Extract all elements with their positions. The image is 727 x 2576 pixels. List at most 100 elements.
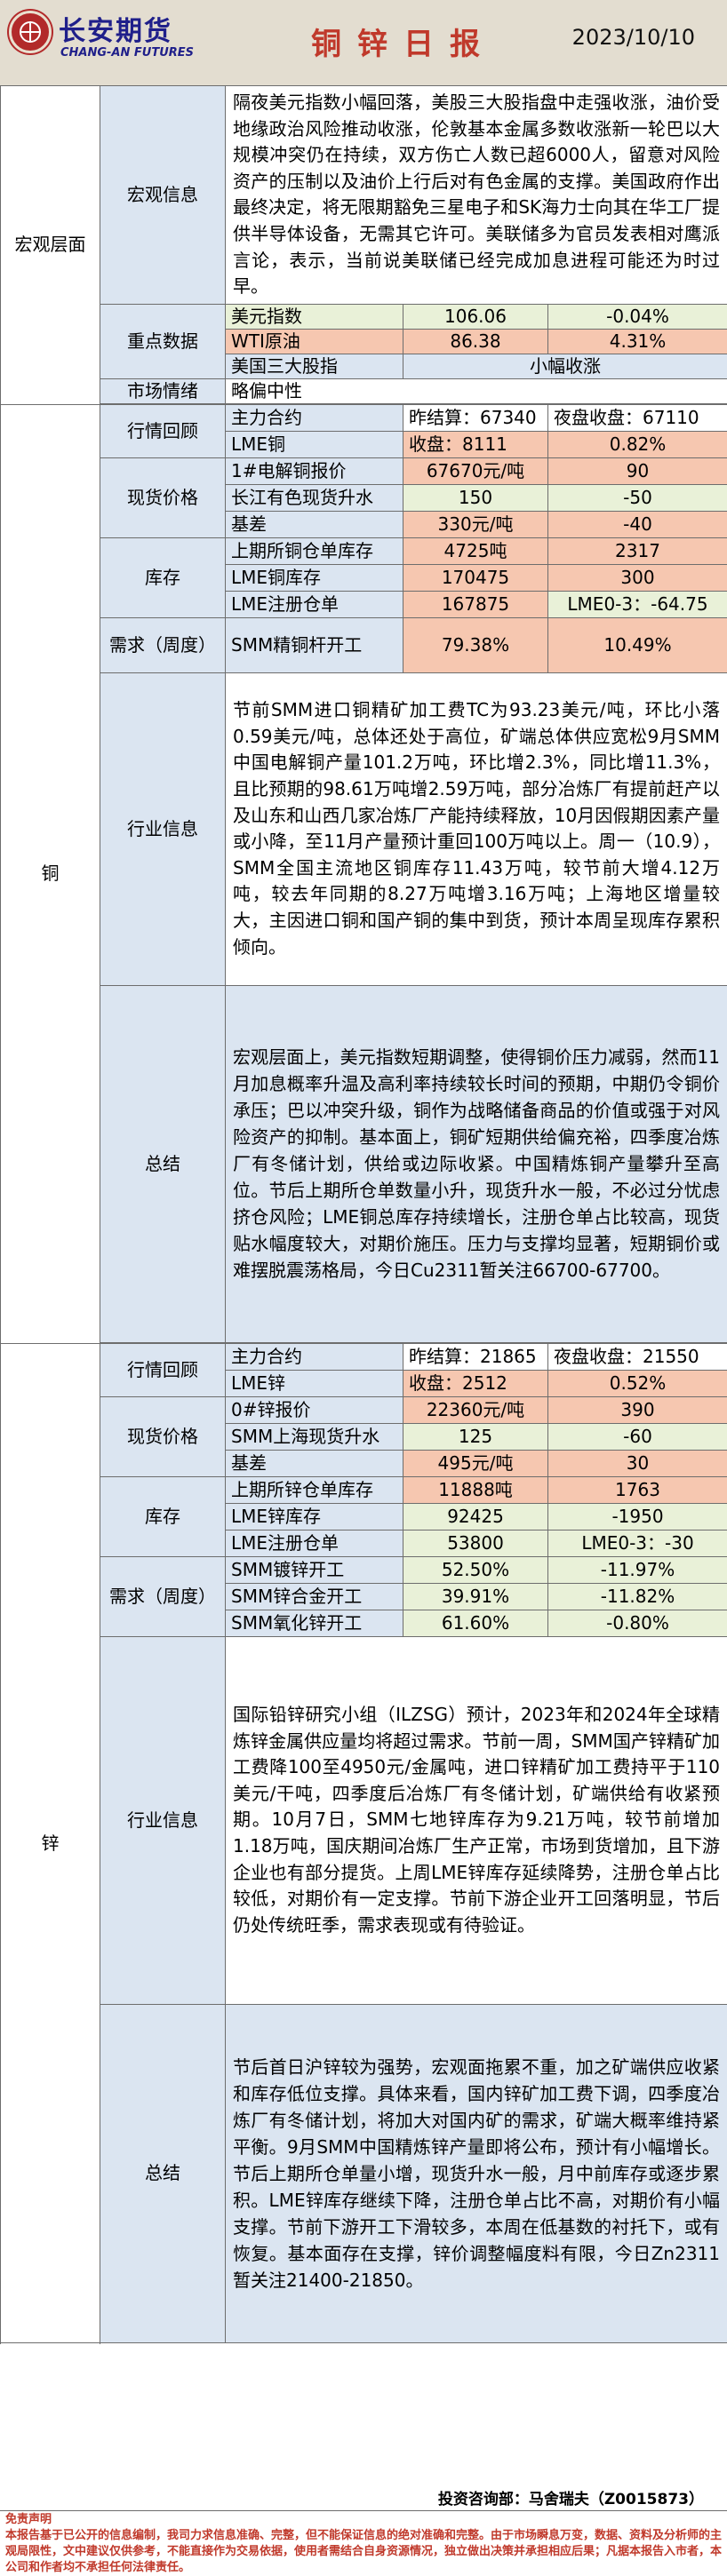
- zn-demand-value: 61.60%: [403, 1609, 548, 1637]
- key-data-name: 美元指数: [225, 303, 403, 330]
- disclaimer-text: 本报告基于已公开的信息编制，我司力求信息准确、完整，但不能保证信息的绝对准确和完…: [5, 2529, 723, 2574]
- brand-name-cn: 长安期货: [59, 16, 172, 47]
- cu-inventory-label: 库存: [100, 537, 226, 618]
- zn-night-close: 夜盘收盘：21550: [547, 1342, 727, 1371]
- cu-spot-name: 长江有色现货升水: [225, 483, 403, 512]
- cu-summary-text: 宏观层面上，美元指数短期调整，使得铜价压力减弱，然而11月加息概率升温及高利率持…: [224, 984, 727, 1343]
- cu-industry-text: 节前SMM进口铜精矿加工费TC为93.23美元/吨，环比小落0.59美元/吨，总…: [224, 672, 727, 986]
- report-title: 铜锌日报: [311, 27, 496, 62]
- cu-inv-value: 4725吨: [403, 537, 548, 565]
- cu-inv-value: 170475: [403, 563, 548, 592]
- cu-demand-value: 79.38%: [403, 616, 548, 673]
- cu-market-label: 行情回顾: [100, 403, 226, 458]
- zn-demand-name: SMM氧化锌开工: [225, 1609, 403, 1637]
- cu-inv-name: 上期所铜仓单库存: [225, 537, 403, 565]
- cu-inv-change: 300: [547, 563, 727, 592]
- cu-spot-name: 1#电解铜报价: [225, 457, 403, 485]
- cu-industry-label: 行业信息: [100, 672, 226, 986]
- cu-night-close: 夜盘收盘：67110: [547, 403, 727, 432]
- zn-spot-change: 390: [547, 1395, 727, 1424]
- zn-market-label: 行情回顾: [100, 1342, 226, 1397]
- cu-lme-name: LME铜: [225, 430, 403, 458]
- zn-inv-value: 11888吨: [403, 1475, 548, 1504]
- macro-info-label: 宏观信息: [100, 85, 226, 305]
- cu-lme-close: 收盘：8111: [403, 430, 548, 458]
- zn-spot-name: 0#锌报价: [225, 1395, 403, 1424]
- zn-inv-name: LME注册仓单: [225, 1529, 403, 1557]
- zn-demand-label: 需求（周度）: [100, 1555, 226, 1637]
- zn-spot-name: SMM上海现货升水: [225, 1422, 403, 1451]
- zn-spot-value: 495元/吨: [403, 1449, 548, 1477]
- cu-spot-value: 330元/吨: [403, 510, 548, 538]
- section-copper: 铜: [0, 403, 100, 1344]
- zn-demand-value: 52.50%: [403, 1555, 548, 1584]
- disclaimer: 免责声明 本报告基于已公开的信息编制，我司力求信息准确、完整，但不能保证信息的绝…: [0, 2510, 727, 2576]
- zn-summary-text: 节后首日沪锌较为强势，宏观面拖累不重，加之矿端供应收紧和库存低位支撑。具体来看，…: [224, 2003, 727, 2343]
- cu-demand-label: 需求（周度）: [100, 616, 226, 673]
- cu-inv-change: LME0-3：-64.75: [547, 590, 727, 618]
- sentiment-value: 略偏中性: [224, 378, 727, 404]
- key-data-label: 重点数据: [100, 303, 226, 379]
- zn-spot-change: 30: [547, 1449, 727, 1477]
- report-date: 2023/10/10: [571, 25, 695, 50]
- key-data-value: 86.38: [403, 328, 548, 354]
- zn-spot-value: 22360元/吨: [403, 1395, 548, 1424]
- cu-summary-label: 总结: [100, 984, 226, 1343]
- analyst-credit: 投资咨询部：马舍瑞夫（Z0015873）: [0, 2486, 727, 2510]
- zn-inv-change: 1763: [547, 1475, 727, 1504]
- company-logo-icon: [9, 11, 52, 53]
- cu-demand-change: 10.49%: [547, 616, 727, 673]
- section-macro: 宏观层面: [0, 85, 100, 405]
- sentiment-label: 市场情绪: [100, 378, 226, 404]
- zn-demand-name: SMM锌合金开工: [225, 1582, 403, 1610]
- zn-demand-value: 39.91%: [403, 1582, 548, 1610]
- cu-contract: 主力合约: [225, 403, 403, 432]
- macro-info-text: 隔夜美元指数小幅回落，美股三大股指盘中走强收涨，油价受地缘政治风险推动收涨，伦敦…: [224, 85, 727, 305]
- zn-spot-value: 125: [403, 1422, 548, 1451]
- brand-name-en: CHANG-AN FUTURES: [60, 46, 195, 60]
- zn-contract: 主力合约: [225, 1342, 403, 1371]
- cu-spot-value: 150: [403, 483, 548, 512]
- cu-lme-change: 0.82%: [547, 430, 727, 458]
- zn-lme-close: 收盘：2512: [403, 1369, 548, 1397]
- key-data-change: 4.31%: [547, 328, 727, 354]
- cu-inv-name: LME注册仓单: [225, 590, 403, 618]
- zn-spot-change: -60: [547, 1422, 727, 1451]
- key-data-name: WTI原油: [225, 328, 403, 354]
- cu-spot-value: 67670元/吨: [403, 457, 548, 485]
- cu-spot-label: 现货价格: [100, 457, 226, 538]
- key-data-name: 美国三大股指: [225, 353, 403, 379]
- key-data-value: 小幅收涨: [402, 353, 727, 379]
- cu-inv-name: LME铜库存: [225, 563, 403, 592]
- analyst-credit-text: 投资咨询部：马舍瑞夫（Z0015873）: [437, 2491, 704, 2508]
- cu-spot-change: -50: [547, 483, 727, 512]
- zn-inv-name: LME锌库存: [225, 1502, 403, 1530]
- zn-spot-name: 基差: [225, 1449, 403, 1477]
- section-zinc: 锌: [0, 1342, 100, 2344]
- zn-inv-value: 53800: [403, 1529, 548, 1557]
- zn-lme-name: LME锌: [225, 1369, 403, 1397]
- zn-inv-name: 上期所锌仓单库存: [225, 1475, 403, 1504]
- zn-industry-text: 国际铅锌研究小组（ILZSG）预计，2023年和2024年全球精炼锌金属供应量均…: [224, 1635, 727, 2005]
- zn-inv-change: LME0-3：-30: [547, 1529, 727, 1557]
- zn-demand-name: SMM镀锌开工: [225, 1555, 403, 1584]
- report-table: 宏观层面 宏观信息 隔夜美元指数小幅回落，美股三大股指盘中走强收涨，油价受地缘政…: [0, 85, 727, 2344]
- cu-spot-change: -40: [547, 510, 727, 538]
- cu-inv-value: 167875: [403, 590, 548, 618]
- zn-prev-settle: 昨结算：21865: [403, 1342, 548, 1371]
- zn-demand-change: -0.80%: [547, 1609, 727, 1637]
- key-data-value: 106.06: [403, 303, 548, 330]
- cu-spot-change: 90: [547, 457, 727, 485]
- cu-inv-change: 2317: [547, 537, 727, 565]
- zn-inv-value: 92425: [403, 1502, 548, 1530]
- cu-demand-name: SMM精铜杆开工: [225, 616, 403, 673]
- zn-lme-change: 0.52%: [547, 1369, 727, 1397]
- zn-summary-label: 总结: [100, 2003, 226, 2343]
- zn-inventory-label: 库存: [100, 1475, 226, 1557]
- key-data-change: -0.04%: [547, 303, 727, 330]
- zn-demand-change: -11.82%: [547, 1582, 727, 1610]
- zn-spot-label: 现货价格: [100, 1395, 226, 1477]
- cu-prev-settle: 昨结算：67340: [403, 403, 548, 432]
- zn-demand-change: -11.97%: [547, 1555, 727, 1584]
- disclaimer-title: 免责声明: [5, 2513, 52, 2526]
